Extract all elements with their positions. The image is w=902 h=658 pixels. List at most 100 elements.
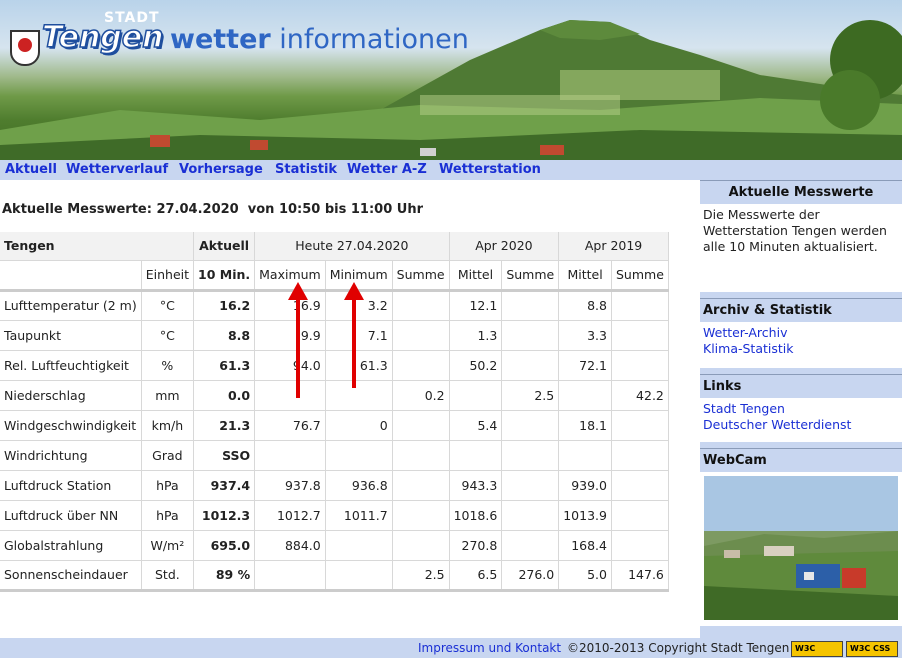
table-cell: 0.0 (193, 380, 256, 411)
subheader-cell: Summe (501, 260, 560, 292)
sidebar-messwerte-text: Die Messwerte der Wetterstation Tengen w… (700, 204, 902, 292)
table-cell (392, 410, 450, 441)
link-deutscher-wetterdienst[interactable]: Deutscher Wetterdienst (703, 417, 899, 433)
row-label: Lufttemperatur (2 m) (0, 290, 142, 321)
subheader-cell: Summe (611, 260, 669, 292)
subheader-cell: Summe (392, 260, 450, 292)
tengen-logo[interactable]: STADT Tengen (8, 10, 164, 66)
table-cell: 3.2 (325, 290, 393, 321)
subheader-cell: Einheit (141, 260, 195, 292)
table-cell (501, 290, 560, 321)
table-cell (558, 440, 612, 471)
table-cell: 1012.7 (254, 500, 326, 531)
table-row: Luftdruck über NN hPa 1012.3 1012.7 1011.7 10… (0, 500, 669, 531)
table-cell: SSO (193, 440, 256, 471)
table-cell: 937.8 (254, 470, 326, 501)
table-row: Luftdruck Station hPa 937.4 937.8 936.8 943.3… (0, 470, 669, 501)
w3c-css-badge[interactable]: W3C CSS level2 (846, 641, 898, 657)
nav-wetter-a-z[interactable]: Wetter A-Z (347, 162, 427, 177)
table-cell: 8.8 (558, 290, 612, 321)
table-cell: 1011.7 (325, 500, 393, 531)
subheader-cell: Minimum (325, 260, 393, 292)
nav-wetterstation[interactable]: Wetterstation (439, 162, 541, 177)
row-label: Taupunkt (0, 320, 142, 351)
table-cell: 937.4 (193, 470, 256, 501)
table-cell: 168.4 (558, 530, 612, 561)
table-cell (392, 290, 450, 321)
link-klima-statistik[interactable]: Klima-Statistik (703, 341, 899, 357)
nav-wetterverlauf[interactable]: Wetterverlauf (66, 162, 168, 177)
subheader-cell: Mittel (558, 260, 612, 292)
w3c-xhtml-badge[interactable]: W3C XHTML 1.0 (791, 641, 843, 657)
row-label: Luftdruck Station (0, 470, 142, 501)
page-title: Aktuelle Messwerte: 27.04.2020 von 10:50… (2, 202, 424, 217)
row-label: Globalstrahlung (0, 530, 142, 561)
table-cell: 1013.9 (558, 500, 612, 531)
table-cell: 9.9 (254, 320, 326, 351)
table-cell (254, 380, 326, 411)
row-label: Rel. Luftfeuchtigkeit (0, 350, 142, 381)
row-label: Windrichtung (0, 440, 142, 471)
sidebar-messwerte-title: Aktuelle Messwerte (700, 180, 902, 204)
table-cell: 2.5 (501, 380, 560, 411)
table-cell: 6.5 (449, 560, 503, 592)
table-cell (392, 320, 450, 351)
table-cell (501, 500, 560, 531)
webcam-image[interactable] (704, 476, 898, 620)
site-title-rest: informationen (270, 24, 469, 55)
table-group-header: Tengen Aktuell Heute 27.04.2020 Apr 2020… (0, 232, 669, 261)
header-aktuell: Aktuell (193, 232, 256, 261)
header-station: Tengen (0, 232, 195, 261)
header-banner: STADT Tengen wetter informationen (0, 0, 902, 160)
table-cell: 695.0 (193, 530, 256, 561)
table-cell (611, 500, 669, 531)
table-cell (449, 380, 503, 411)
table-cell (449, 440, 503, 471)
nav-statistik[interactable]: Statistik (275, 162, 337, 177)
table-cell: 276.0 (501, 560, 560, 592)
table-row: Niederschlag mm 0.0 0.2 2.5 42.2 (0, 380, 669, 411)
table-cell: km/h (141, 410, 195, 441)
table-cell: 1018.6 (449, 500, 503, 531)
table-cell: 943.3 (449, 470, 503, 501)
table-cell: 147.6 (611, 560, 669, 592)
table-cell (611, 530, 669, 561)
link-stadt-tengen[interactable]: Stadt Tengen (703, 401, 899, 417)
table-row: Windrichtung Grad SSO (0, 440, 669, 471)
subheader-cell: Maximum (254, 260, 326, 292)
table-cell (392, 530, 450, 561)
table-cell: 7.1 (325, 320, 393, 351)
row-label: Windgeschwindigkeit (0, 410, 142, 441)
table-cell (325, 530, 393, 561)
link-wetter-archiv[interactable]: Wetter-Archiv (703, 325, 899, 341)
nav-vorhersage[interactable]: Vorhersage (179, 162, 263, 177)
table-cell (501, 350, 560, 381)
table-cell: 50.2 (449, 350, 503, 381)
table-row: Windgeschwindigkeit km/h 21.3 76.7 0 5.4 18.1 (0, 410, 669, 441)
table-row: Sonnenscheindauer Std. 89 % 2.5 6.5 276.0 5.0 1… (0, 560, 669, 592)
header-apr-2019: Apr 2019 (558, 232, 669, 261)
table-cell: 61.3 (193, 350, 256, 381)
table-cell: Grad (141, 440, 195, 471)
table-sub-header: Einheit 10 Min. Maximum Minimum Summe Mittel S… (0, 260, 669, 292)
nav-aktuell[interactable]: Aktuell (5, 162, 57, 177)
table-cell (611, 410, 669, 441)
table-cell: 1012.3 (193, 500, 256, 531)
sidebar-webcam-title: WebCam (700, 448, 902, 472)
site-title-bold: wetter (170, 24, 271, 55)
sidebar: Aktuelle Messwerte Die Messwerte der Wet… (700, 180, 902, 638)
row-label: Sonnenscheindauer (0, 560, 142, 592)
table-cell: 8.8 (193, 320, 256, 351)
table-cell: 72.1 (558, 350, 612, 381)
table-cell: 0 (325, 410, 393, 441)
impressum-link[interactable]: Impressum und Kontakt (418, 641, 561, 655)
header-heute: Heute 27.04.2020 (254, 232, 450, 261)
table-cell (501, 470, 560, 501)
table-cell: 3.3 (558, 320, 612, 351)
table-cell (392, 440, 450, 471)
subheader-cell: 10 Min. (193, 260, 256, 292)
table-cell (611, 350, 669, 381)
table-cell (254, 440, 326, 471)
table-cell (501, 530, 560, 561)
site-title: wetter informationen (170, 24, 469, 55)
